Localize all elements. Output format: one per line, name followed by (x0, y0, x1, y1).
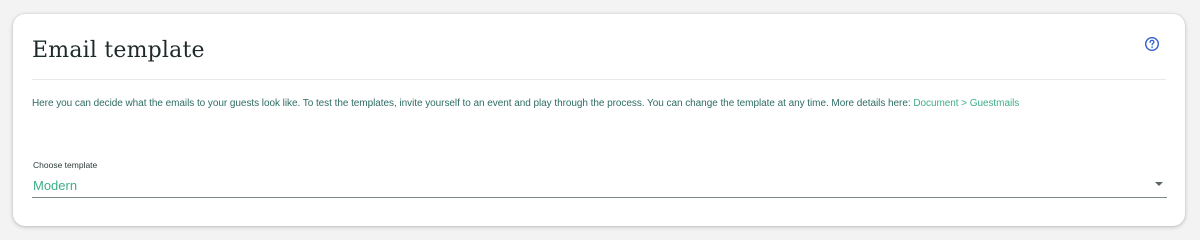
template-select[interactable]: Modern (32, 174, 1167, 198)
page: Email template Here you can decide what … (0, 0, 1200, 240)
header-divider (32, 79, 1166, 80)
card-title: Email template (32, 38, 205, 63)
description-body: Here you can decide what the emails to y… (32, 98, 914, 109)
template-select-value: Modern (33, 178, 78, 193)
email-template-card: Email template Here you can decide what … (13, 14, 1185, 226)
description-text: Here you can decide what the emails to y… (32, 98, 1019, 109)
template-select-label: Choose template (33, 160, 98, 170)
help-circle-icon[interactable] (1144, 36, 1160, 52)
chevron-down-icon[interactable] (1155, 182, 1163, 186)
guestmails-doc-link[interactable]: Document > Guestmails (913, 98, 1019, 109)
